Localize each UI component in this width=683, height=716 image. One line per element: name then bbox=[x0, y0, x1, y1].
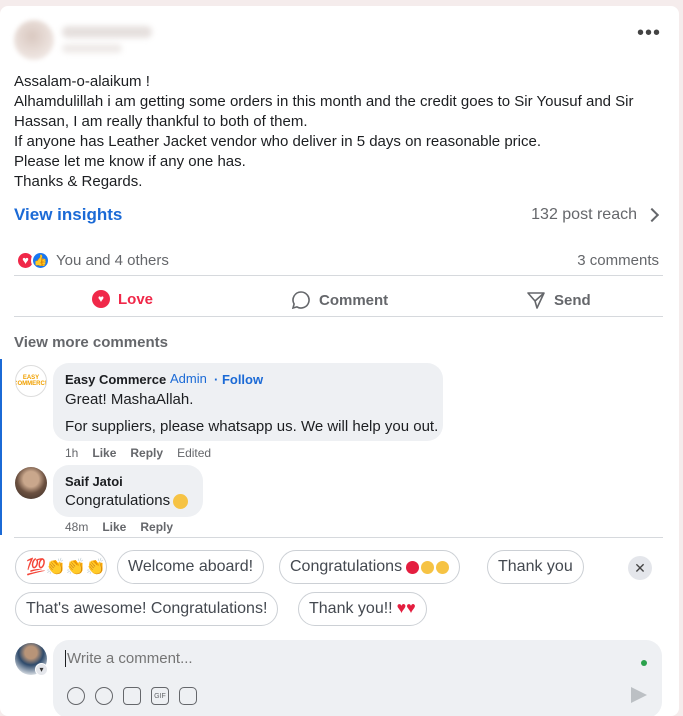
commenter-name[interactable]: Easy Commerce bbox=[65, 372, 166, 387]
comment-text: Great! MashaAllah. bbox=[65, 391, 194, 408]
follow-button[interactable]: · Follow bbox=[214, 372, 263, 387]
comment-bubble: Easy Commerce Admin · Follow Great! Mash… bbox=[53, 363, 443, 441]
clapping-emoji-icon bbox=[173, 493, 189, 509]
post-meta-blurred bbox=[62, 44, 122, 53]
post-card: ••• Assalam-o-alaikum ! Alhamdulillah i … bbox=[0, 6, 679, 716]
suggestion-chip[interactable]: That's awesome! Congratulations! bbox=[15, 592, 279, 626]
comment-time: 1h bbox=[65, 446, 79, 460]
close-suggestions-button[interactable]: ✕ bbox=[628, 556, 652, 580]
suggestion-chip[interactable]: Thank you!! ♥♥ bbox=[298, 592, 427, 626]
suggestion-chip[interactable]: Thank you bbox=[487, 550, 584, 584]
comment-bubble: Saif Jatoi Congratulations bbox=[53, 465, 203, 517]
post-body: Assalam-o-alaikum ! Alhamdulillah i am g… bbox=[14, 72, 664, 192]
comment-composer: GIF bbox=[53, 640, 662, 716]
comment-button[interactable]: Comment bbox=[291, 290, 388, 310]
author-avatar-blurred[interactable] bbox=[14, 20, 54, 60]
view-more-comments-link[interactable]: View more comments bbox=[14, 334, 168, 351]
post-reach-text: 132 post reach bbox=[531, 206, 637, 223]
comments-count[interactable]: 3 comments bbox=[577, 252, 659, 269]
divider bbox=[14, 275, 663, 276]
commenter-name[interactable]: Saif Jatoi bbox=[65, 474, 123, 489]
more-options-icon[interactable]: ••• bbox=[637, 23, 661, 43]
suggestion-text: Congratulations bbox=[290, 558, 403, 575]
send-button[interactable]: Send bbox=[526, 290, 591, 310]
edited-label: Edited bbox=[177, 446, 212, 460]
send-comment-icon[interactable] bbox=[631, 687, 647, 703]
suggestion-text: Welcome aboard! bbox=[128, 558, 254, 575]
reply-comment-button[interactable]: Reply bbox=[140, 520, 173, 534]
suggestion-chip[interactable]: Welcome aboard! bbox=[117, 550, 265, 584]
view-insights-link[interactable]: View insights bbox=[14, 205, 122, 225]
admin-badge: Admin bbox=[170, 371, 207, 386]
comment-input[interactable] bbox=[65, 650, 605, 667]
post-line: Please let me know if any one has. bbox=[14, 153, 246, 170]
comment-time: 48m bbox=[65, 520, 89, 534]
post-line: If anyone has Leather Jacket vendor who … bbox=[14, 133, 541, 150]
like-comment-button[interactable]: Like bbox=[92, 446, 116, 460]
avatar-logo-text: EASY COMMERCE bbox=[15, 375, 46, 387]
like-reaction-icon: 👍 bbox=[31, 251, 50, 270]
like-comment-button[interactable]: Like bbox=[102, 520, 126, 534]
confetti-emoji-icon bbox=[436, 560, 450, 574]
chevron-right-icon bbox=[644, 207, 660, 223]
post-reach-link[interactable]: 132 post reach bbox=[531, 206, 660, 224]
divider bbox=[14, 316, 663, 317]
heart-emoji-icon: ♥♥ bbox=[396, 600, 416, 617]
party-popper-emoji-icon bbox=[421, 560, 435, 574]
suggestion-text: Thank you!! bbox=[309, 600, 393, 617]
status-dot-icon bbox=[641, 660, 647, 666]
balloon-emoji-icon bbox=[406, 560, 420, 574]
reactions-text: You and 4 others bbox=[56, 252, 169, 269]
comment-icon bbox=[291, 291, 310, 310]
post-line: Thanks & Regards. bbox=[14, 173, 143, 190]
avatar[interactable]: EASY COMMERCE bbox=[15, 365, 47, 397]
reactions-summary[interactable]: ♥ 👍 You and 4 others bbox=[16, 251, 169, 270]
post-line: Assalam-o-alaikum ! bbox=[14, 73, 150, 90]
reply-comment-button[interactable]: Reply bbox=[130, 446, 163, 460]
love-button[interactable]: ♥ Love bbox=[92, 290, 153, 308]
post-line: Alhamdulillah i am getting some orders i… bbox=[14, 93, 638, 130]
thread-highlight-line bbox=[0, 359, 2, 535]
suggestion-chip[interactable]: Congratulations bbox=[279, 550, 461, 584]
suggestion-text: That's awesome! Congratulations! bbox=[26, 600, 268, 617]
sticker-icon[interactable] bbox=[179, 687, 197, 705]
comment-text: Congratulations bbox=[65, 492, 171, 509]
gif-icon[interactable]: GIF bbox=[151, 687, 169, 705]
avatar-sticker-icon[interactable] bbox=[67, 687, 85, 705]
love-icon: ♥ bbox=[92, 290, 110, 308]
close-icon: ✕ bbox=[634, 559, 646, 576]
camera-icon[interactable] bbox=[123, 687, 141, 705]
comment-text-wrap: Congratulations bbox=[65, 492, 189, 509]
comment-meta: 1h Like Reply Edited bbox=[65, 446, 211, 460]
send-label: Send bbox=[554, 291, 591, 309]
avatar[interactable] bbox=[15, 467, 47, 499]
suggestion-text: Thank you bbox=[498, 558, 573, 575]
send-icon bbox=[527, 292, 545, 309]
comment-meta: 48m Like Reply bbox=[65, 520, 173, 534]
chevron-down-icon[interactable]: ▾ bbox=[35, 663, 48, 676]
suggestion-text: 💯👏👏👏 bbox=[26, 559, 106, 576]
author-name-blurred[interactable] bbox=[62, 26, 152, 38]
divider bbox=[14, 537, 663, 538]
love-label: Love bbox=[118, 290, 154, 308]
comment-label: Comment bbox=[319, 291, 389, 309]
emoji-icon[interactable] bbox=[95, 687, 113, 705]
comment-text: For suppliers, please whatsapp us. We wi… bbox=[65, 418, 439, 435]
suggestion-chip[interactable]: 💯👏👏👏 bbox=[15, 550, 107, 584]
